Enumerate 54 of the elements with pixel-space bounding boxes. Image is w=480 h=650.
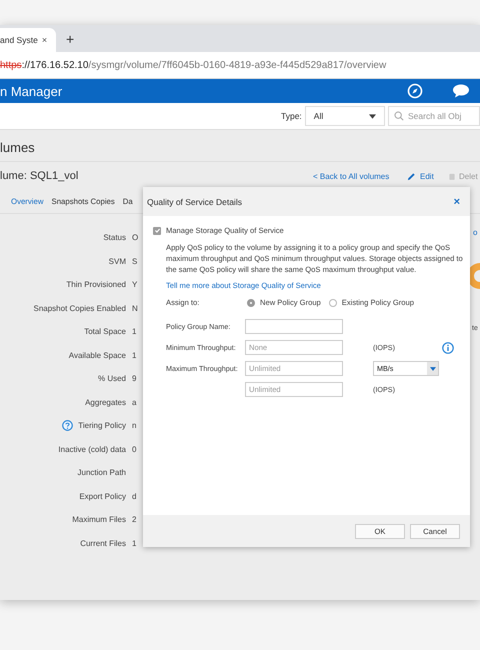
property-label: Status xyxy=(103,233,126,242)
property-value: S xyxy=(132,256,138,266)
close-tab-icon[interactable]: × xyxy=(42,35,48,45)
property-value: 1 xyxy=(132,350,136,360)
radio-button[interactable] xyxy=(328,298,337,307)
property-label: Total Space xyxy=(84,327,126,336)
property-label: SVM xyxy=(108,256,126,266)
page-heading: lumes xyxy=(0,130,480,162)
type-label: Type: xyxy=(281,111,302,121)
new-tab-button[interactable]: + xyxy=(66,31,74,47)
close-icon[interactable]: × xyxy=(454,196,460,208)
property-value: 0 xyxy=(132,444,136,454)
radio-button[interactable] xyxy=(247,298,255,307)
caret-icon xyxy=(430,366,436,371)
property-value: 1 xyxy=(132,327,136,336)
property-value: d xyxy=(132,492,136,501)
property-label: Aggregates xyxy=(85,398,126,407)
browser-tab[interactable]: and Syste × xyxy=(0,28,56,52)
input-field[interactable] xyxy=(245,319,343,334)
property-label: Export Policy xyxy=(79,492,126,501)
volume-title: lume: SQL1_vol xyxy=(0,170,80,182)
pencil-icon xyxy=(407,172,416,180)
property-value: 1 xyxy=(132,538,136,548)
search-icon xyxy=(394,111,404,121)
property-label: Junction Path xyxy=(78,468,126,478)
chat-icon[interactable] xyxy=(452,83,470,99)
app-title: n Manager xyxy=(0,84,62,98)
chart-segment-drawing xyxy=(470,263,480,289)
property-value: O xyxy=(132,233,138,242)
property-value: Y xyxy=(132,280,138,290)
property-value: 2 xyxy=(132,515,136,524)
property-label: Maximum Files xyxy=(72,515,126,524)
property-label: % Used xyxy=(98,374,126,384)
property-value: n xyxy=(132,421,136,430)
property-label: Available Space xyxy=(68,350,126,360)
property-value: a xyxy=(132,398,136,407)
compass-icon[interactable] xyxy=(407,83,423,99)
type-dropdown[interactable]: All xyxy=(304,106,385,126)
property-label: Current Files xyxy=(80,538,126,548)
info-icon[interactable] xyxy=(442,342,454,354)
dialog-title: Quality of Service Details xyxy=(147,196,242,206)
back-link[interactable]: < Back to All volumes xyxy=(313,172,407,180)
caret-icon xyxy=(369,114,376,118)
property-label: Snapshot Copies Enabled xyxy=(33,304,126,313)
link-fragment[interactable]: o xyxy=(473,228,478,237)
property-label: Thin Provisioned xyxy=(66,280,126,290)
search-field[interactable]: Search all Obj xyxy=(388,106,480,126)
property-label: Tiering Policy xyxy=(78,421,126,430)
property-value: N xyxy=(132,304,138,313)
trash-icon xyxy=(449,172,455,180)
edit-button[interactable]: Edit xyxy=(407,172,449,180)
help-icon[interactable] xyxy=(62,420,74,432)
property-value: 9 xyxy=(132,374,136,384)
property-label: Inactive (cold) data xyxy=(58,444,126,454)
